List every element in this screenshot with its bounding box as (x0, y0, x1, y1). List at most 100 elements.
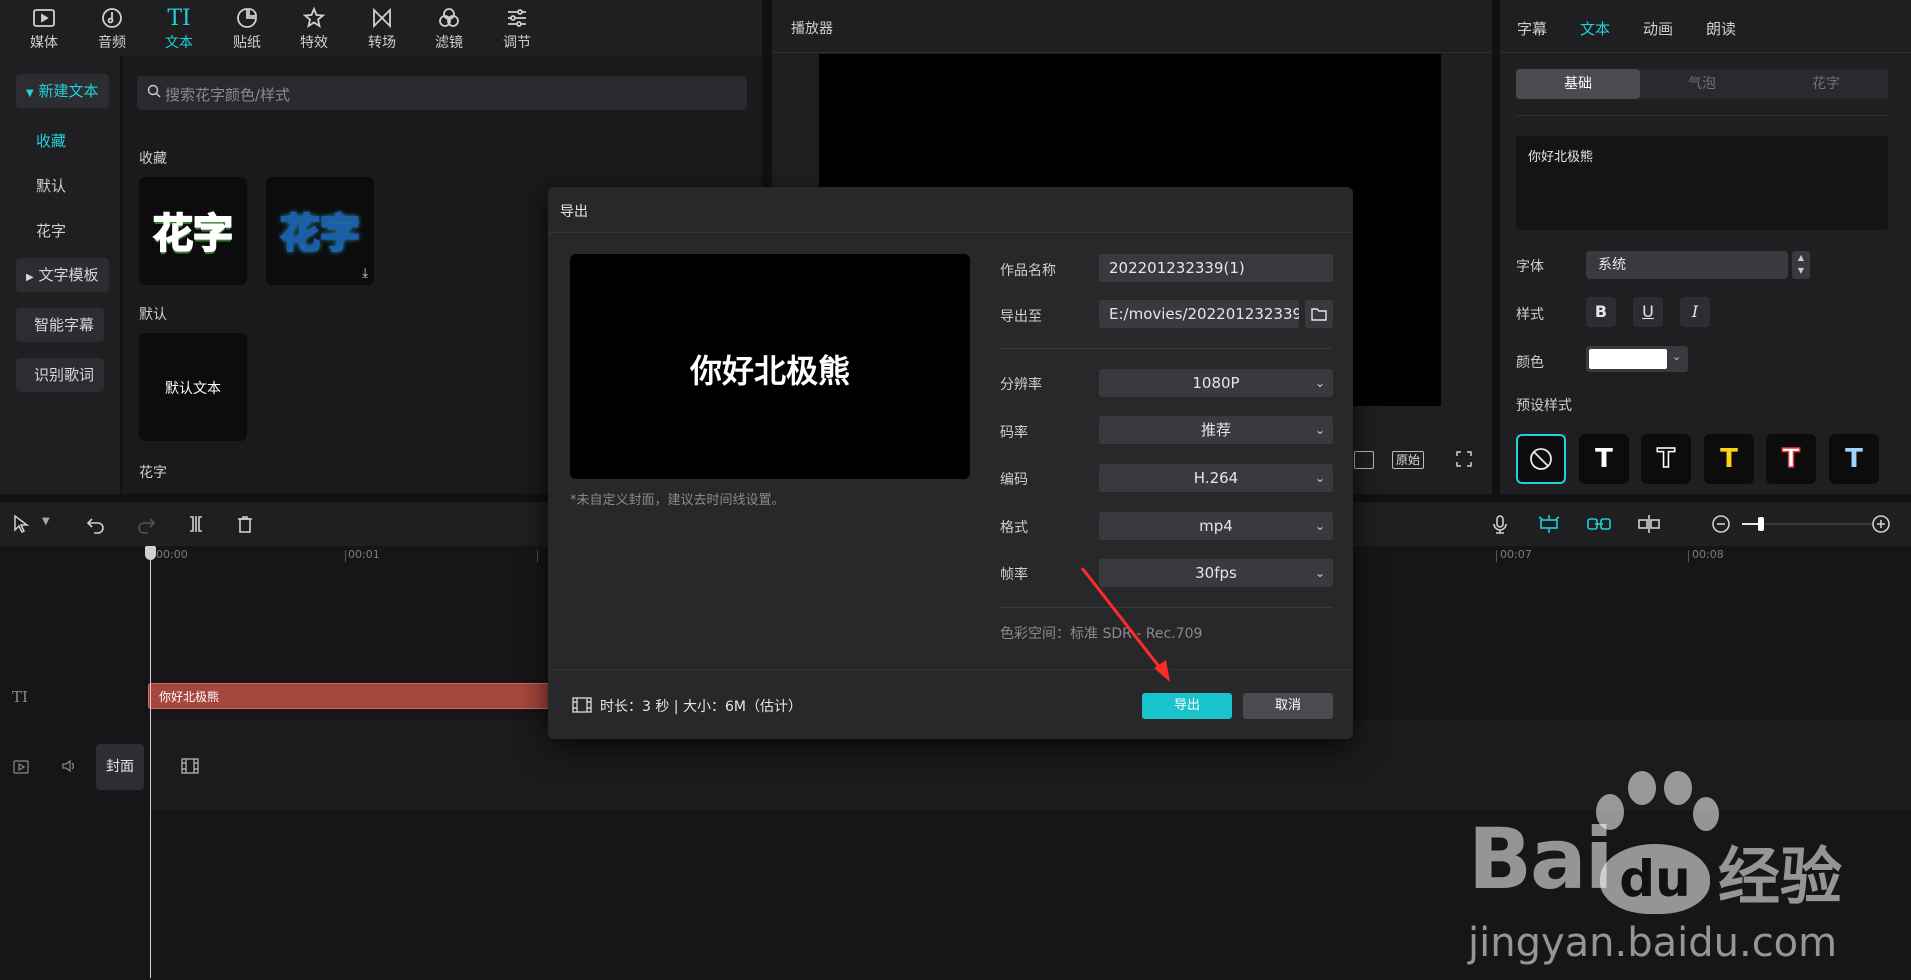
adjust-icon (487, 4, 547, 32)
caret-right-icon: ▶ (26, 272, 34, 283)
bold-button[interactable]: B (1586, 297, 1616, 327)
tool-adjust[interactable]: 调节 (487, 4, 547, 52)
fancy-card-2[interactable]: 花字 ⤓ (266, 177, 374, 285)
sticker-icon (217, 4, 277, 32)
watermark-du: du (1619, 850, 1691, 908)
no-style-icon (1529, 447, 1553, 475)
tick-mark (1496, 550, 1497, 562)
divider (1500, 52, 1911, 53)
playhead[interactable] (150, 548, 151, 978)
nav-default[interactable]: 默认 (36, 175, 66, 196)
preset-yellow[interactable]: T (1704, 434, 1754, 484)
link-icon[interactable] (1586, 514, 1612, 538)
fullscreen-icon[interactable] (1456, 451, 1472, 471)
nav-fancy[interactable]: 花字 (36, 220, 66, 241)
preset-red-outline[interactable]: T (1766, 434, 1816, 484)
cover-button[interactable]: 封面 (96, 744, 144, 790)
fancy-card-1[interactable]: 花字 (139, 177, 247, 285)
default-text-card[interactable]: 默认文本 (139, 333, 247, 441)
path-input[interactable]: E:/movies/202201232339... (1099, 300, 1299, 328)
preset-blue[interactable]: T (1829, 434, 1879, 484)
browse-folder-button[interactable] (1305, 300, 1333, 328)
nav-text-template[interactable]: ▶ 文字模板 (16, 258, 109, 292)
font-stepper[interactable]: ▲ ▼ (1792, 251, 1810, 279)
codec-select[interactable]: H.264 ⌄ (1099, 464, 1333, 492)
name-label: 作品名称 (1000, 263, 1056, 279)
format-select[interactable]: mp4 ⌄ (1099, 512, 1333, 540)
subtab-bubble[interactable]: 气泡 (1640, 69, 1764, 99)
zoom-out-icon[interactable] (1711, 514, 1731, 538)
nav-smart-caption[interactable]: 智能字幕 (16, 308, 105, 342)
divider (1516, 115, 1888, 116)
mute-track-icon[interactable] (61, 758, 77, 778)
cancel-button[interactable]: 取消 (1243, 693, 1333, 719)
chevron-down-icon[interactable]: ▼ (42, 516, 50, 527)
export-button[interactable]: 导出 (1142, 693, 1232, 719)
color-label: 颜色 (1516, 355, 1544, 371)
video-track-icon[interactable] (13, 760, 29, 778)
resolution-select[interactable]: 1080P ⌄ (1099, 369, 1333, 397)
bitrate-select[interactable]: 推荐 ⌄ (1099, 416, 1333, 444)
microphone-icon[interactable] (1490, 514, 1510, 538)
auto-snap-icon[interactable] (1537, 514, 1561, 538)
split-icon[interactable] (186, 514, 206, 538)
download-icon[interactable]: ⤓ (362, 266, 368, 281)
tool-filter[interactable]: 滤镜 (419, 4, 479, 52)
export-cover-preview[interactable]: 你好北极熊 (570, 254, 970, 479)
tool-sticker[interactable]: 贴纸 (217, 4, 277, 52)
transition-icon (352, 4, 412, 32)
tick-mark (345, 550, 346, 562)
font-select[interactable]: 系统 (1586, 251, 1788, 279)
preset-outline[interactable]: T (1641, 434, 1691, 484)
text-clip[interactable]: 你好北极熊 (148, 683, 560, 709)
text-content-input[interactable]: 你好北极熊 (1516, 136, 1888, 230)
original-button[interactable]: 原始 (1392, 451, 1425, 469)
italic-button[interactable]: I (1680, 297, 1710, 327)
zoom-in-icon[interactable] (1871, 514, 1891, 538)
zoom-slider-handle[interactable] (1757, 517, 1764, 531)
nav-favorites[interactable]: 收藏 (36, 130, 66, 151)
color-picker[interactable]: ⌄ (1586, 346, 1688, 372)
divider (772, 52, 1492, 53)
name-input[interactable]: 202201232339(1) (1099, 254, 1333, 282)
delete-icon[interactable] (235, 514, 255, 538)
subtab-fancy[interactable]: 花字 (1764, 69, 1888, 99)
player-title: 播放器 (791, 21, 833, 37)
zoom-slider-fill (1742, 523, 1758, 525)
select-tool-icon[interactable] (12, 514, 30, 538)
nav-lyrics[interactable]: 识别歌词 (16, 358, 105, 392)
tab-subtitle[interactable]: 字幕 (1517, 18, 1547, 39)
ratio-icon[interactable] (1354, 451, 1374, 469)
fps-label: 帧率 (1000, 567, 1028, 583)
tab-read-aloud[interactable]: 朗读 (1706, 18, 1736, 39)
baidu-jingyan-watermark: Bai du 经验 jingyan.baidu.com (1468, 770, 1908, 970)
audio-icon (82, 4, 142, 32)
export-summary: 时长：3 秒 | 大小：6M（估计） (600, 699, 802, 715)
annotation-arrow (1080, 567, 1170, 682)
nav-new-text[interactable]: ▼ 新建文本 (16, 74, 109, 108)
tool-audio[interactable]: 音频 (82, 4, 142, 52)
preset-white[interactable]: T (1579, 434, 1629, 484)
zoom-slider[interactable] (1742, 517, 1872, 531)
underline-button[interactable]: U (1633, 297, 1663, 327)
subtab-bar: 基础 气泡 花字 (1516, 69, 1888, 99)
tool-transition[interactable]: 转场 (352, 4, 412, 52)
preview-text: 你好北极熊 (689, 352, 850, 390)
tool-text[interactable]: TI 文本 (149, 4, 209, 52)
tab-animation[interactable]: 动画 (1643, 18, 1673, 39)
tool-media[interactable]: 媒体 (14, 4, 74, 52)
preset-none[interactable] (1516, 434, 1566, 484)
section-fancy: 花字 (139, 465, 167, 481)
preview-axis-icon[interactable] (1637, 514, 1661, 538)
redo-icon[interactable] (136, 514, 156, 538)
undo-icon[interactable] (86, 514, 106, 538)
tool-effects[interactable]: 特效 (284, 4, 344, 52)
tick-mark (537, 550, 538, 562)
playhead-handle[interactable] (145, 546, 156, 560)
fps-value: 30fps (1195, 564, 1237, 582)
divider (548, 669, 1353, 670)
nav-new-text-label: 新建文本 (38, 82, 99, 100)
tab-text[interactable]: 文本 (1580, 18, 1610, 39)
search-box[interactable]: 搜索花字颜色/样式 (137, 76, 747, 110)
subtab-basic[interactable]: 基础 (1516, 69, 1640, 99)
